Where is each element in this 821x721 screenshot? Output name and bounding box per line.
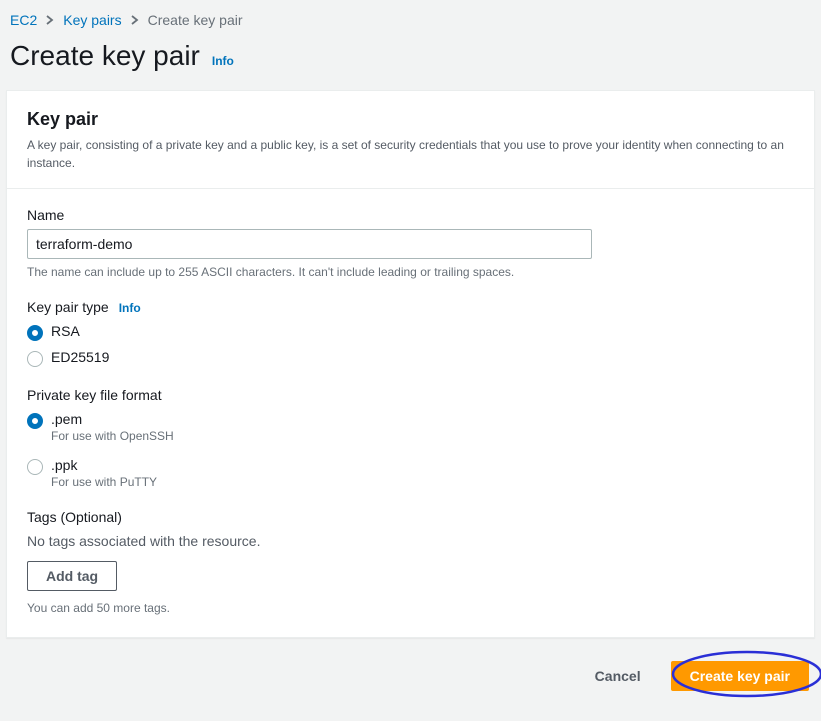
file-format-group: Private key file format .pem For use wit… — [27, 387, 794, 489]
add-tag-button[interactable]: Add tag — [27, 561, 117, 591]
radio-sublabel: For use with OpenSSH — [51, 429, 174, 443]
name-input[interactable] — [27, 229, 592, 259]
tags-label: Tags (Optional) — [27, 509, 122, 525]
footer-actions: Cancel Create key pair — [0, 638, 821, 702]
radio-label: .pem — [51, 411, 174, 427]
key-pair-panel: Key pair A key pair, consisting of a pri… — [6, 90, 815, 638]
chevron-right-icon — [130, 12, 140, 28]
key-pair-type-group: Key pair type Info RSA ED25519 — [27, 299, 794, 367]
radio-input[interactable] — [27, 325, 43, 341]
radio-label: ED25519 — [51, 349, 109, 365]
format-label: Private key file format — [27, 387, 162, 403]
create-key-pair-button[interactable]: Create key pair — [671, 661, 809, 691]
breadcrumb-current: Create key pair — [148, 12, 243, 28]
panel-body: Name The name can include up to 255 ASCI… — [7, 189, 814, 637]
cancel-button[interactable]: Cancel — [575, 660, 661, 692]
radio-option-ed25519[interactable]: ED25519 — [27, 349, 794, 367]
radio-label: RSA — [51, 323, 80, 339]
panel-header: Key pair A key pair, consisting of a pri… — [7, 91, 814, 189]
tags-group: Tags (Optional) No tags associated with … — [27, 509, 794, 549]
radio-input[interactable] — [27, 459, 43, 475]
page-title: Create key pair — [10, 40, 200, 72]
info-link[interactable]: Info — [119, 301, 141, 315]
radio-option-ppk[interactable]: .ppk For use with PuTTY — [27, 457, 794, 489]
breadcrumb-link-ec2[interactable]: EC2 — [10, 12, 37, 28]
breadcrumb-link-keypairs[interactable]: Key pairs — [63, 12, 121, 28]
radio-sublabel: For use with PuTTY — [51, 475, 157, 489]
name-group: Name The name can include up to 255 ASCI… — [27, 207, 794, 279]
radio-input[interactable] — [27, 413, 43, 429]
tags-hint: You can add 50 more tags. — [27, 601, 794, 615]
radio-option-rsa[interactable]: RSA — [27, 323, 794, 341]
panel-title: Key pair — [27, 109, 794, 130]
name-label: Name — [27, 207, 64, 223]
info-link[interactable]: Info — [212, 54, 234, 68]
tags-text: No tags associated with the resource. — [27, 533, 794, 549]
chevron-right-icon — [45, 12, 55, 28]
breadcrumb: EC2 Key pairs Create key pair — [0, 0, 821, 36]
page-title-row: Create key pair Info — [0, 36, 821, 90]
name-hint: The name can include up to 255 ASCII cha… — [27, 265, 794, 279]
radio-option-pem[interactable]: .pem For use with OpenSSH — [27, 411, 794, 443]
panel-description: A key pair, consisting of a private key … — [27, 136, 794, 172]
radio-label: .ppk — [51, 457, 157, 473]
type-label: Key pair type — [27, 299, 109, 315]
radio-input[interactable] — [27, 351, 43, 367]
